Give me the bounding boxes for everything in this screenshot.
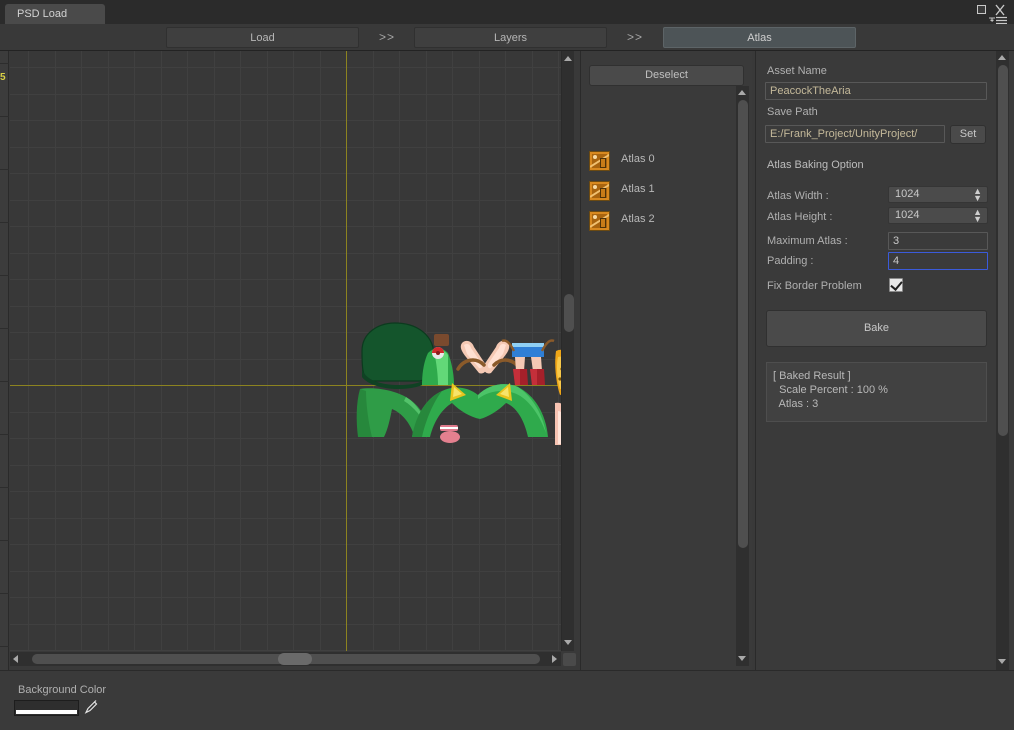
scroll-down-arrow-icon[interactable] — [564, 640, 572, 645]
ruler-tick — [0, 381, 9, 382]
ruler-tick — [0, 116, 9, 117]
ruler-label: 5 — [0, 73, 6, 83]
alpha-bar — [16, 710, 77, 714]
tab-load[interactable]: Load — [166, 27, 359, 48]
background-color-label: Background Color — [18, 684, 107, 696]
ruler-tick — [0, 540, 9, 541]
sprite-preview-group — [10, 51, 561, 651]
atlas-height-dropdown[interactable]: 1024 ▲ ▼ — [888, 207, 988, 224]
texture-icon — [589, 211, 610, 231]
check-icon — [890, 278, 903, 291]
asset-name-label: Asset Name — [767, 65, 827, 77]
scroll-up-arrow-icon[interactable] — [564, 56, 572, 61]
ruler-tick — [0, 222, 9, 223]
save-path-label: Save Path — [767, 106, 818, 118]
window-title-bar: PSD Load — [0, 0, 1014, 25]
atlas-list-scroll-thumb[interactable] — [738, 100, 748, 548]
canvas-vertical-scrollbar[interactable] — [561, 51, 574, 651]
scroll-up-arrow-icon[interactable] — [998, 55, 1006, 60]
atlas-width-dropdown[interactable]: 1024 ▲ ▼ — [888, 186, 988, 203]
ruler-tick — [0, 593, 9, 594]
canvas-vscroll-thumb[interactable] — [564, 294, 574, 332]
atlas-baking-option-heading: Atlas Baking Option — [767, 159, 864, 171]
texture-icon — [589, 151, 610, 171]
chevron-updown-icon: ▲ ▼ — [973, 186, 982, 203]
atlas-list-panel: Deselect Atlas 0 Atlas 1 Atlas 2 — [580, 51, 752, 670]
inspector-scrollbar[interactable] — [996, 51, 1009, 670]
step-separator-1: >> — [378, 30, 395, 44]
left-edge-strip: 5 — [0, 51, 9, 670]
deselect-button[interactable]: Deselect — [589, 65, 744, 86]
list-item[interactable]: Atlas 1 — [589, 179, 729, 203]
atlas-item-label: Atlas 0 — [621, 153, 655, 165]
atlas-list-scrollbar[interactable] — [736, 86, 749, 666]
atlas-item-label: Atlas 1 — [621, 183, 655, 195]
texture-icon — [589, 181, 610, 201]
chevron-updown-icon: ▲ ▼ — [973, 207, 982, 224]
footer-bar: Background Color < Back Complete Close — [0, 670, 1014, 730]
padding-field[interactable]: 4 — [888, 252, 988, 270]
close-icon[interactable] — [994, 4, 1006, 16]
maximum-atlas-label: Maximum Atlas : — [767, 235, 848, 247]
background-color-swatch[interactable] — [14, 700, 79, 716]
save-path-field[interactable]: E:/Frank_Project/UnityProject/ — [765, 125, 945, 143]
window-tab-psd-load[interactable]: PSD Load — [5, 4, 105, 24]
scroll-right-arrow-icon[interactable] — [552, 655, 557, 663]
maximum-atlas-field[interactable]: 3 — [888, 232, 988, 250]
scroll-up-arrow-icon[interactable] — [738, 90, 746, 95]
ruler-tick — [0, 275, 9, 276]
list-item[interactable]: Atlas 2 — [589, 209, 729, 233]
scroll-down-arrow-icon[interactable] — [738, 656, 746, 661]
fix-border-problem-checkbox[interactable] — [889, 278, 903, 292]
atlas-height-label: Atlas Height : — [767, 211, 833, 223]
step-separator-2: >> — [626, 30, 643, 44]
maximize-icon[interactable] — [977, 5, 988, 16]
eyedropper-icon[interactable] — [84, 699, 98, 715]
ruler-tick — [0, 63, 9, 64]
ruler-tick — [0, 434, 9, 435]
tab-layers[interactable]: Layers — [414, 27, 607, 48]
atlas-height-value: 1024 — [895, 209, 920, 221]
scroll-left-arrow-icon[interactable] — [13, 655, 18, 663]
padding-label: Padding : — [767, 255, 814, 267]
baked-result-atlas: Atlas : 3 — [773, 398, 819, 410]
asset-name-field[interactable]: PeacockTheAria — [765, 82, 987, 100]
ruler-tick — [0, 169, 9, 170]
ruler-tick — [0, 328, 9, 329]
inspector-scroll-thumb[interactable] — [998, 65, 1008, 436]
set-path-button[interactable]: Set — [950, 125, 986, 144]
step-navigation-bar: Load >> Layers >> Atlas — [0, 24, 1014, 51]
scroll-down-arrow-icon[interactable] — [998, 659, 1006, 664]
ruler-tick — [0, 646, 9, 647]
canvas-horizontal-scrollbar[interactable] — [10, 652, 561, 666]
baked-result-scale: Scale Percent : 100 % — [773, 384, 888, 396]
atlas-item-label: Atlas 2 — [621, 213, 655, 225]
fix-border-problem-label: Fix Border Problem — [767, 280, 862, 292]
tab-atlas[interactable]: Atlas — [663, 27, 856, 48]
bake-button[interactable]: Bake — [766, 310, 987, 347]
list-item[interactable]: Atlas 0 — [589, 149, 729, 173]
atlas-preview-canvas[interactable] — [10, 51, 561, 651]
atlas-width-label: Atlas Width : — [767, 190, 829, 202]
baked-result-title: [ Baked Result ] — [773, 370, 851, 382]
atlas-width-value: 1024 — [895, 188, 920, 200]
ruler-tick — [0, 487, 9, 488]
canvas-resize-corner[interactable] — [563, 653, 576, 666]
canvas-hscroll-thumb[interactable] — [278, 653, 312, 665]
baked-result-box: [ Baked Result ] Scale Percent : 100 % A… — [766, 362, 987, 422]
